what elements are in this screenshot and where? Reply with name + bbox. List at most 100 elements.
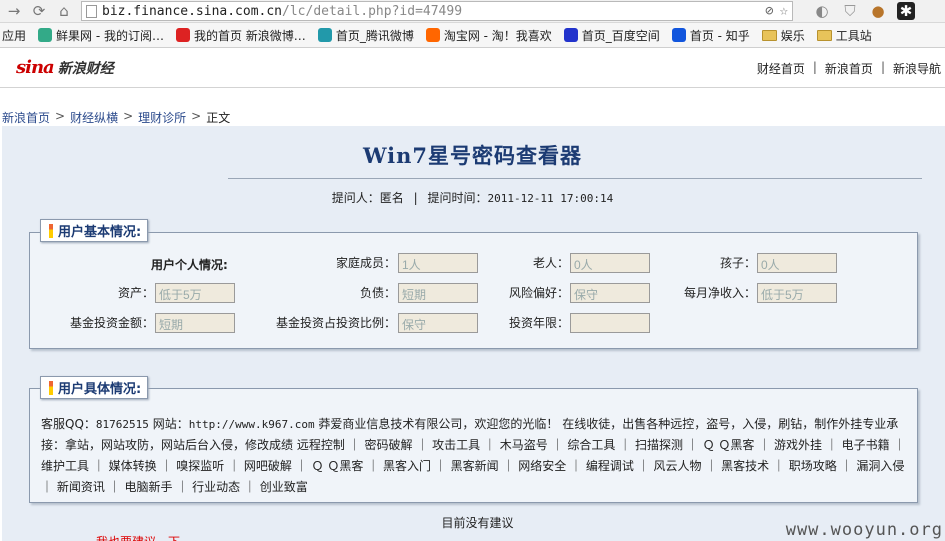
url-path: /lc/detail.php?id=47499 (282, 3, 463, 19)
separator: | (880, 60, 885, 74)
qq-number: 81762515 (95, 418, 149, 431)
risk-field[interactable]: 保守 (570, 283, 650, 303)
bookmark-label: 娱乐 (780, 28, 805, 43)
site-header: sina 新浪财经 财经首页 | 新浪首页 | 新浪导航 (0, 48, 945, 88)
bookmarks-bar: 应用 鲜果网 - 我的订阅… 我的首页 新浪微博… 首页_腾讯微博 淘宝网 - 淘！我喜… (0, 23, 945, 48)
debt-label: 负债： (359, 286, 396, 300)
extension-shield-icon[interactable]: ⛉ (841, 2, 859, 20)
breadcrumb-separator: > (123, 109, 134, 123)
assets-label: 资产： (117, 286, 154, 300)
question-time: 2011-12-11 17:00:14 (487, 192, 614, 205)
breadcrumb: 新浪首页 > 财经纵横 > 理财诊所 > 正文 (2, 109, 230, 126)
personal-label: 用户个人情况: (151, 258, 228, 272)
breadcrumb-separator: > (55, 109, 66, 123)
sina-logo-sub: 新浪财经 (57, 60, 114, 77)
bookmark-label: 工具站 (835, 28, 872, 43)
page-icon (86, 4, 97, 18)
separator: | (413, 191, 418, 205)
question-meta: 提问人：匿名 | 提问时间：2011-12-11 17:00:14 (0, 189, 945, 206)
years-field[interactable] (570, 313, 650, 333)
qq-label: 客服QQ： (41, 417, 96, 431)
fund-ratio-field[interactable]: 保守 (398, 313, 478, 333)
asker-label: 提问人： (331, 191, 380, 205)
url-input[interactable]: biz.finance.sina.com.cn/lc/detail.php?id… (81, 1, 793, 21)
baidu-icon (563, 28, 578, 42)
breadcrumb-separator: > (191, 109, 202, 123)
page-title: Win7星号密码查看器 (362, 143, 583, 168)
xianguo-icon (38, 28, 53, 42)
breadcrumb-clinic[interactable]: 理财诊所 (138, 109, 186, 126)
bookmark-item[interactable]: 淘宝网 - 淘！我喜欢 (425, 27, 552, 44)
sina-logo[interactable]: sina 新浪财经 (16, 57, 114, 78)
detail-legend: 用户具体情况: (40, 376, 149, 399)
sina-logo-main: sina (16, 57, 55, 78)
family-field[interactable]: 1人 (398, 253, 478, 273)
bookmark-item[interactable]: 娱乐 (761, 27, 805, 44)
asker-name: 匿名 (379, 191, 404, 205)
basic-info-legend: 用户基本情况: (40, 219, 149, 242)
address-bar-row: → ⟳ ⌂ biz.finance.sina.com.cn/lc/detail.… (0, 0, 945, 23)
reload-icon[interactable]: ⟳ (28, 1, 50, 21)
folder-icon (761, 29, 777, 41)
detail-legend-text: 用户具体情况: (58, 382, 142, 397)
bookmark-item[interactable]: 首页_百度空间 (563, 27, 660, 44)
child-label: 孩子： (719, 256, 756, 270)
weibo-icon (175, 28, 190, 42)
title-divider (228, 178, 922, 179)
bookmark-item[interactable]: 首页 - 知乎 (671, 27, 750, 44)
risk-label: 风险偏好： (508, 286, 569, 300)
star-icon[interactable]: ☆ (780, 3, 788, 19)
elder-field[interactable]: 0人 (570, 253, 650, 273)
fund-amount-field[interactable]: 短期 (155, 313, 235, 333)
home-icon[interactable]: ⌂ (53, 1, 75, 21)
url-host: biz.finance.sina.com.cn (102, 3, 283, 19)
bookmark-item[interactable]: 首页_腾讯微博 (317, 27, 414, 44)
family-label: 家庭成员： (335, 256, 396, 270)
bookmark-label: 首页 - 知乎 (689, 28, 750, 43)
years-label: 投资年限： (508, 316, 569, 330)
child-field[interactable]: 0人 (757, 253, 837, 273)
bookmark-label: 我的首页 新浪微博… (193, 28, 306, 43)
bookmark-item[interactable]: 鲜果网 - 我的订阅… (38, 27, 164, 44)
bookmark-label: 应用 (2, 28, 27, 43)
top-link-home[interactable]: 新浪首页 (825, 60, 873, 77)
folder-icon (816, 29, 832, 41)
fund-ratio-label: 基金投资占投资比例： (275, 316, 396, 330)
bookmark-label: 鲜果网 - 我的订阅… (56, 28, 164, 43)
extension-cookie-icon[interactable]: ● (869, 2, 887, 20)
top-link-nav[interactable]: 新浪导航 (893, 60, 941, 77)
tencent-weibo-icon (317, 28, 332, 42)
time-label: 提问时间： (427, 191, 488, 205)
bookmark-item[interactable]: 我的首页 新浪微博… (175, 27, 306, 44)
forward-icon[interactable]: → (3, 1, 25, 21)
elder-label: 老人： (532, 256, 569, 270)
top-link-finance[interactable]: 财经首页 (757, 60, 805, 77)
translate-icon[interactable]: ⊘ (765, 3, 773, 19)
debt-field[interactable]: 短期 (398, 283, 478, 303)
income-label: 每月净收入： (683, 286, 756, 300)
bookmark-item[interactable]: 应用 (2, 27, 26, 44)
watermark: www.wooyun.org (785, 520, 943, 540)
breadcrumb-home[interactable]: 新浪首页 (2, 109, 50, 126)
extension-globe-icon[interactable]: ◐ (813, 2, 831, 20)
zhihu-icon (671, 28, 686, 42)
legend-marker-icon (49, 223, 53, 238)
extension-puzzle-icon[interactable]: ✱ (897, 2, 915, 20)
bookmark-label: 淘宝网 - 淘！我喜欢 (443, 28, 552, 43)
bookmark-label: 首页_腾讯微博 (335, 28, 414, 43)
legend-marker-icon (49, 380, 53, 395)
assets-field[interactable]: 低于5万 (155, 283, 235, 303)
separator: | (812, 60, 817, 74)
breadcrumb-finance[interactable]: 财经纵横 (70, 109, 118, 126)
bookmark-item[interactable]: 工具站 (816, 27, 872, 44)
site-label: 网站： (152, 417, 189, 431)
site-url: http://www.k967.com (188, 418, 315, 431)
detail-text: 客服QQ：81762515 网站：http://www.k967.com 莽爱商… (41, 414, 911, 498)
taobao-icon (425, 28, 440, 42)
income-field[interactable]: 低于5万 (757, 283, 837, 303)
add-advice-link[interactable]: 我也要建议一下 (96, 533, 180, 541)
basic-info-legend-text: 用户基本情况: (58, 225, 142, 240)
fund-amount-label: 基金投资金额： (69, 316, 154, 330)
top-nav: 财经首页 | 新浪首页 | 新浪导航 (757, 60, 941, 77)
bookmark-label: 首页_百度空间 (581, 28, 660, 43)
